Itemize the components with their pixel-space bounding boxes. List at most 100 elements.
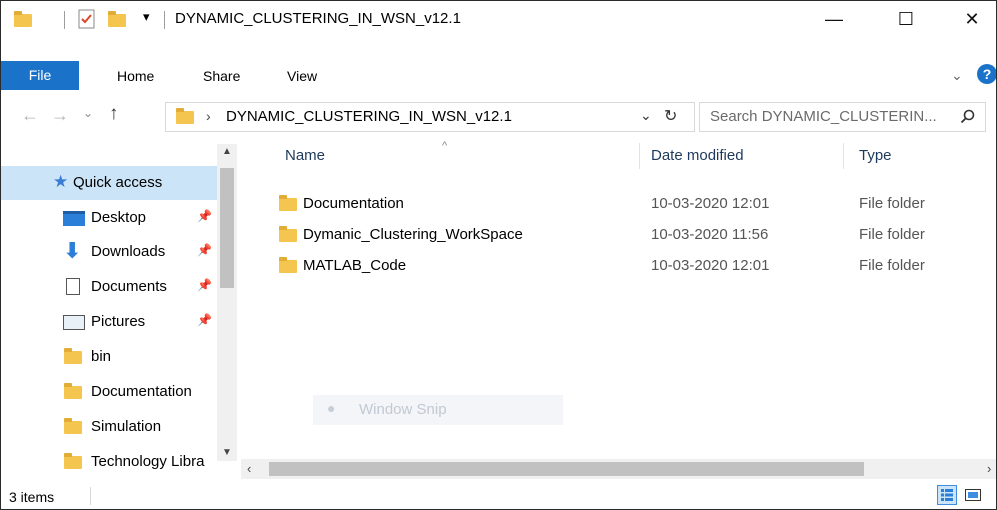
sidebar-item-quick-access[interactable]: ★ Quick access xyxy=(1,166,217,200)
sidebar-item-technology-library[interactable]: Technology Libra xyxy=(1,445,217,479)
window-title: DYNAMIC_CLUSTERING_IN_WSN_v12.1 xyxy=(175,10,461,27)
file-name: Dymanic_Clustering_WorkSpace xyxy=(303,226,523,243)
file-date: 10-03-2020 12:01 xyxy=(651,195,770,212)
sidebar-item-label: Simulation xyxy=(91,418,162,435)
file-date: 10-03-2020 12:01 xyxy=(651,257,770,274)
sidebar-item-bin[interactable]: bin xyxy=(1,340,217,374)
refresh-icon[interactable]: ↻ xyxy=(664,106,677,126)
file-name: MATLAB_Code xyxy=(303,257,407,274)
sidebar-item-label: Desktop xyxy=(91,209,147,226)
column-header-type[interactable]: Type xyxy=(859,147,892,164)
recent-locations-chevron-icon[interactable]: ⌄ xyxy=(83,106,93,120)
file-list-horizontal-scrollbar[interactable]: ‹ › xyxy=(241,459,996,479)
scroll-right-arrow-icon[interactable]: › xyxy=(987,461,991,476)
sidebar-item-label: Downloads xyxy=(91,243,166,260)
column-header-date-modified[interactable]: Date modified xyxy=(651,147,744,164)
tab-share[interactable]: Share xyxy=(203,62,240,90)
scroll-left-arrow-icon[interactable]: ‹ xyxy=(247,461,251,476)
file-explorer-window: ▾ DYNAMIC_CLUSTERING_IN_WSN_v12.1 — ☐ ✕ … xyxy=(0,0,997,510)
column-header-name[interactable]: Name xyxy=(285,147,325,164)
sidebar-item-documentation[interactable]: Documentation xyxy=(1,375,217,409)
scroll-down-arrow-icon[interactable]: ▼ xyxy=(222,447,232,458)
close-button[interactable]: ✕ xyxy=(949,1,995,37)
download-icon: ⬇ xyxy=(63,238,82,263)
file-type: File folder xyxy=(859,195,925,212)
sidebar-item-label: Quick access xyxy=(73,174,163,191)
sidebar-item-label: Pictures xyxy=(91,313,146,330)
status-separator xyxy=(90,487,91,505)
search-input[interactable]: Search DYNAMIC_CLUSTERIN... xyxy=(699,102,986,132)
tab-home[interactable]: Home xyxy=(117,62,154,90)
star-icon: ★ xyxy=(53,172,69,191)
file-type: File folder xyxy=(859,226,925,243)
snip-label: Window Snip xyxy=(359,401,447,418)
search-icon[interactable] xyxy=(960,109,976,125)
folder-icon xyxy=(64,418,82,434)
scrollbar-thumb[interactable] xyxy=(269,462,864,476)
folder-icon xyxy=(176,108,194,124)
help-icon[interactable]: ? xyxy=(977,64,996,84)
minimize-button[interactable]: — xyxy=(811,1,857,37)
status-item-count: 3 items xyxy=(9,489,55,505)
pin-icon[interactable]: 📌 xyxy=(197,243,212,257)
navigation-pane: ★ Quick access Desktop 📌 ⬇ Downloads 📌 D… xyxy=(1,144,237,479)
details-view-icon xyxy=(941,489,953,501)
file-type: File folder xyxy=(859,257,925,274)
up-arrow-icon[interactable]: ↑ xyxy=(109,103,119,125)
sidebar-item-label: Documents xyxy=(91,278,167,295)
address-dropdown-icon[interactable]: ⌄ xyxy=(640,107,652,124)
pin-icon[interactable]: 📌 xyxy=(197,278,212,292)
breadcrumb-separator-icon: › xyxy=(206,108,211,124)
details-view-button[interactable] xyxy=(937,485,957,505)
folder-icon xyxy=(14,11,32,27)
table-row[interactable]: Dymanic_Clustering_WorkSpace 10-03-2020 … xyxy=(271,220,991,250)
properties-icon[interactable] xyxy=(78,9,95,29)
forward-arrow-icon[interactable]: → xyxy=(51,105,69,126)
scroll-up-arrow-icon[interactable]: ▲ xyxy=(222,146,232,157)
expand-ribbon-chevron-icon[interactable]: ⌄ xyxy=(951,67,963,84)
sidebar-item-label: Documentation xyxy=(91,383,192,400)
pin-icon[interactable]: 📌 xyxy=(197,313,212,327)
column-divider xyxy=(639,143,640,169)
back-arrow-icon[interactable]: ← xyxy=(21,105,39,126)
sort-ascending-icon: ^ xyxy=(442,140,448,152)
tab-view[interactable]: View xyxy=(287,62,317,90)
large-icons-view-button[interactable] xyxy=(963,485,983,505)
sidebar-item-label: Technology Libra xyxy=(91,453,205,470)
folder-icon xyxy=(279,257,297,273)
folder-icon xyxy=(279,195,297,211)
file-date: 10-03-2020 11:56 xyxy=(651,226,769,243)
pin-icon[interactable]: 📌 xyxy=(197,209,212,223)
pictures-icon xyxy=(63,315,85,330)
maximize-button[interactable]: ☐ xyxy=(883,1,929,37)
breadcrumb-path[interactable]: DYNAMIC_CLUSTERING_IN_WSN_v12.1 xyxy=(226,108,512,125)
title-separator xyxy=(64,11,65,29)
quick-access-toolbar-dropdown-icon[interactable]: ▾ xyxy=(143,9,150,25)
sidebar-item-desktop[interactable]: Desktop 📌 xyxy=(1,201,217,235)
file-name: Documentation xyxy=(303,195,404,212)
window-snip-overlay: ● Window Snip xyxy=(313,395,563,425)
new-folder-icon[interactable] xyxy=(108,11,126,27)
folder-icon xyxy=(64,348,82,364)
table-row[interactable]: Documentation 10-03-2020 12:01 File fold… xyxy=(271,189,991,219)
address-bar[interactable]: › DYNAMIC_CLUSTERING_IN_WSN_v12.1 ⌄ ↻ xyxy=(165,102,695,132)
documents-icon xyxy=(66,278,80,295)
sidebar-item-downloads[interactable]: ⬇ Downloads 📌 xyxy=(1,235,217,269)
column-divider xyxy=(843,143,844,169)
tab-file[interactable]: File xyxy=(1,61,79,90)
sidebar-item-simulation[interactable]: Simulation xyxy=(1,410,217,444)
sidebar-scrollbar[interactable]: ▲ ▼ xyxy=(217,144,237,461)
search-placeholder: Search DYNAMIC_CLUSTERIN... xyxy=(710,108,937,125)
snip-bullet: ● xyxy=(327,400,336,416)
title-separator xyxy=(164,11,165,29)
sidebar-item-pictures[interactable]: Pictures 📌 xyxy=(1,305,217,339)
title-bar: ▾ DYNAMIC_CLUSTERING_IN_WSN_v12.1 — ☐ ✕ xyxy=(1,1,996,37)
table-row[interactable]: MATLAB_Code 10-03-2020 12:01 File folder xyxy=(271,251,991,281)
folder-icon xyxy=(64,453,82,469)
large-icons-view-icon xyxy=(965,489,981,501)
sidebar-item-label: bin xyxy=(91,348,112,365)
sidebar-item-documents[interactable]: Documents 📌 xyxy=(1,270,217,304)
scrollbar-thumb[interactable] xyxy=(220,168,234,288)
folder-icon xyxy=(64,383,82,399)
folder-icon xyxy=(279,226,297,242)
